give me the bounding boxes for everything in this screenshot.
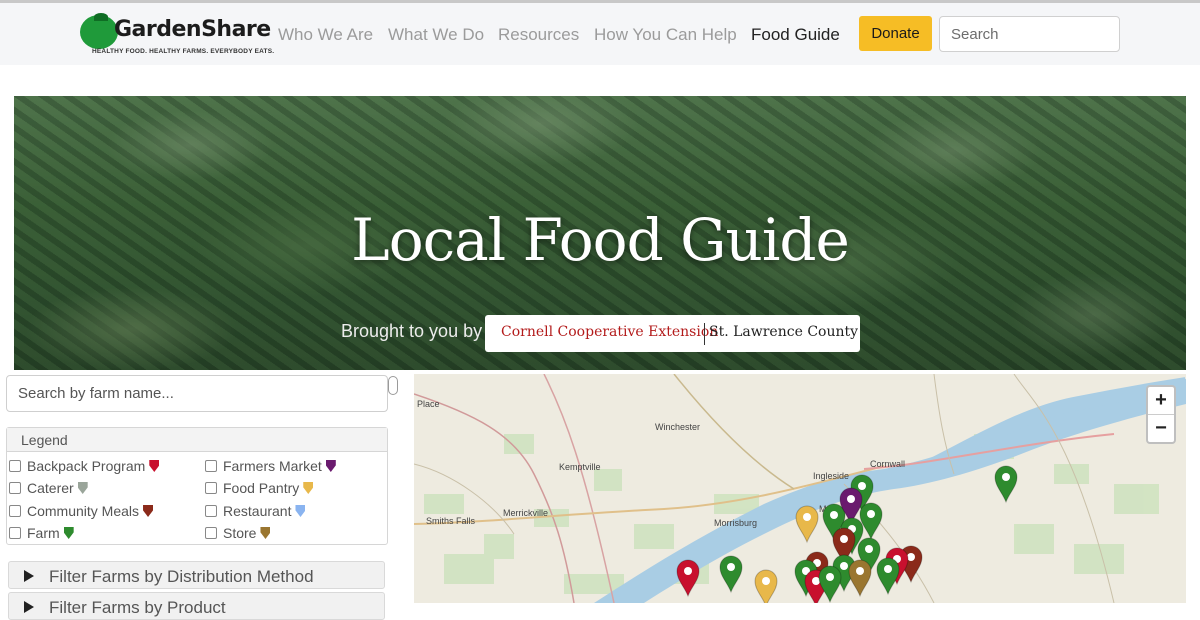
map-marker-icon[interactable] — [876, 557, 900, 596]
farm-search-input[interactable] — [6, 375, 388, 412]
zoom-control: + − — [1146, 385, 1176, 444]
food-map[interactable]: Place Winchester Kemptville Ingleside Co… — [414, 374, 1186, 603]
map-marker-icon[interactable] — [719, 555, 743, 594]
checkbox[interactable] — [205, 482, 217, 494]
marker-icon — [77, 482, 88, 494]
marker-icon — [260, 527, 271, 539]
filter-distribution-toggle[interactable]: Filter Farms by Distribution Method — [8, 561, 385, 589]
logo-name: GardenShare — [114, 17, 271, 42]
map-marker-icon[interactable] — [848, 559, 872, 598]
legend: Legend Backpack Program Farmers Market C… — [6, 427, 388, 545]
page-title: Local Food Guide — [351, 206, 850, 274]
site-header: GardenShare HEALTHY FOOD. HEALTHY FARMS.… — [0, 3, 1200, 65]
nav-food-guide[interactable]: Food Guide — [751, 25, 840, 45]
filter-product-toggle[interactable]: Filter Farms by Product — [8, 592, 385, 620]
marker-icon — [63, 527, 74, 539]
marker-icon — [149, 460, 160, 472]
legend-restaurant[interactable]: Restaurant — [205, 503, 306, 519]
checkbox[interactable] — [9, 527, 21, 539]
marker-icon — [143, 505, 154, 517]
logo-tagline: HEALTHY FOOD. HEALTHY FARMS. EVERYBODY E… — [92, 48, 275, 55]
nav-resources[interactable]: Resources — [498, 25, 579, 45]
filter-panel: Legend Backpack Program Farmers Market C… — [0, 374, 398, 620]
checkbox[interactable] — [205, 460, 217, 472]
map-marker-icon[interactable] — [676, 559, 700, 598]
map-marker-icon[interactable] — [795, 505, 819, 544]
legend-farm[interactable]: Farm — [9, 525, 74, 541]
nav-how-you-can-help[interactable]: How You Can Help — [594, 25, 737, 45]
legend-store[interactable]: Store — [205, 525, 271, 541]
triangle-right-icon — [24, 570, 34, 582]
hero-banner: Local Food Guide Brought to you by Corne… — [14, 96, 1186, 370]
donate-button[interactable]: Donate — [859, 16, 932, 51]
site-search-input[interactable] — [939, 16, 1120, 52]
marker-icon — [325, 460, 336, 472]
map-marker-icon[interactable] — [859, 502, 883, 541]
checkbox[interactable] — [9, 460, 21, 472]
gardenshare-logo[interactable]: GardenShare HEALTHY FOOD. HEALTHY FARMS.… — [78, 13, 274, 59]
tomato-logo-icon — [80, 13, 118, 49]
panel-scrollbar[interactable] — [388, 376, 398, 395]
map-markers — [676, 465, 1018, 603]
legend-community-meals[interactable]: Community Meals — [9, 503, 154, 519]
legend-food-pantry[interactable]: Food Pantry — [205, 480, 314, 496]
checkbox[interactable] — [9, 482, 21, 494]
map-marker-icon[interactable] — [994, 465, 1018, 504]
nav-who-we-are[interactable]: Who We Are — [278, 25, 373, 45]
cce-name: Cornell Cooperative Extension — [501, 324, 719, 340]
map-marker-icon[interactable] — [818, 565, 842, 603]
cce-partner-badge[interactable]: Cornell Cooperative Extension St. Lawren… — [485, 315, 860, 352]
zoom-out-button[interactable]: − — [1148, 415, 1174, 442]
legend-backpack-program[interactable]: Backpack Program — [9, 458, 160, 474]
checkbox[interactable] — [9, 505, 21, 517]
marker-icon — [303, 482, 314, 494]
checkbox[interactable] — [205, 527, 217, 539]
cce-county: St. Lawrence County — [709, 324, 859, 340]
nav-what-we-do[interactable]: What We Do — [388, 25, 484, 45]
legend-title: Legend — [21, 432, 68, 448]
map-marker-icon[interactable] — [754, 569, 778, 603]
checkbox[interactable] — [205, 505, 217, 517]
legend-farmers-market[interactable]: Farmers Market — [205, 458, 336, 474]
brought-by-text: Brought to you by — [341, 321, 483, 341]
legend-caterer[interactable]: Caterer — [9, 480, 88, 496]
marker-icon — [295, 505, 306, 517]
zoom-in-button[interactable]: + — [1148, 387, 1174, 414]
